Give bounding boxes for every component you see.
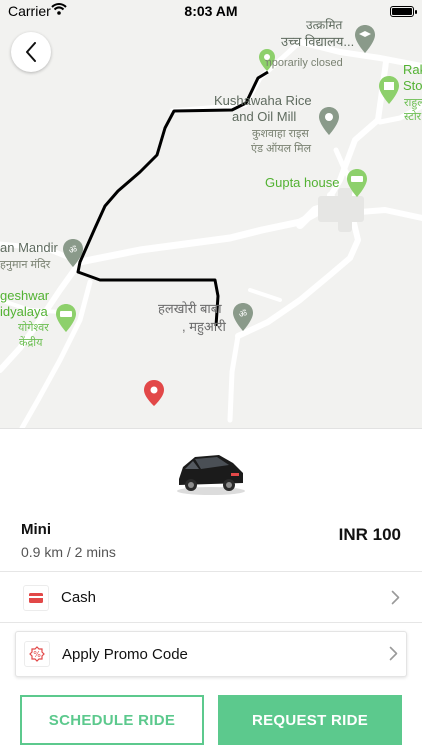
clock-time: 8:03 AM	[184, 3, 238, 19]
promo-percent-icon: %	[24, 641, 50, 667]
map-roads	[0, 39, 422, 428]
map-label-school-hi-2: उच्च विद्यालय...	[281, 34, 355, 49]
college-pin-icon[interactable]	[55, 303, 77, 333]
map-label-rice-mill-2: and Oil Mill	[232, 109, 297, 124]
map-label-rice-mill: Kushawaha Rice	[214, 93, 312, 108]
map-label-hanuman: an Mandir	[0, 240, 58, 255]
temple-pin-icon[interactable]: ॐ	[62, 238, 84, 268]
rice-mill-pin-icon[interactable]	[318, 106, 340, 136]
battery-icon	[390, 6, 417, 17]
status-bar: Carrier 8:03 AM	[0, 0, 422, 22]
map-label-hanuman-hi: हनुमान मंदिर	[0, 259, 51, 271]
svg-text:ॐ: ॐ	[239, 309, 247, 320]
map-label-rahul-hi: राहुल	[404, 97, 422, 109]
ride-details-sheet: Mini 0.9 km / 2 mins INR 100 Cash % Appl…	[0, 428, 422, 750]
ride-distance-time: 0.9 km / 2 mins	[21, 544, 116, 560]
card-icon	[23, 585, 49, 611]
map-label-gupta-house: Gupta house	[265, 175, 340, 190]
map-label-rice-mill-hi-2: एंड ऑयल मिल	[251, 143, 312, 155]
chevron-left-icon	[26, 42, 36, 62]
map-view[interactable]: ॐ ॐ उत्क्रमित उच्च विद्यालय... Temporari…	[0, 0, 422, 428]
divider	[0, 622, 422, 623]
map-label-rice-mill-hi: कुशवाहा राइस	[252, 128, 309, 140]
ride-price: INR 100	[338, 525, 401, 544]
schedule-ride-button[interactable]: SCHEDULE RIDE	[20, 695, 204, 745]
chevron-right-icon	[389, 646, 398, 661]
apply-promo-code-label: Apply Promo Code	[62, 646, 188, 663]
map-label-yogeshwar-hi: योगेश्वर	[18, 322, 49, 334]
request-ride-button[interactable]: REQUEST RIDE	[218, 695, 402, 745]
payment-method-row[interactable]: Cash	[0, 575, 422, 621]
map-label-halkhori: हलखोरी बाबा	[158, 301, 222, 316]
destination-pin-icon[interactable]	[143, 379, 165, 407]
back-button[interactable]	[11, 32, 51, 72]
divider	[0, 571, 422, 572]
payment-method-label: Cash	[61, 589, 97, 606]
map-label-store-hi: स्टोर	[404, 111, 422, 123]
map-label-yogeshwar-hi-2: केंद्रीय	[19, 337, 43, 349]
map-label-sto: Sto	[403, 78, 422, 93]
apply-promo-code-row[interactable]: % Apply Promo Code	[15, 631, 407, 677]
chevron-right-icon	[391, 590, 400, 605]
halkhori-temple-pin-icon[interactable]: ॐ	[232, 302, 254, 332]
store-pin-icon[interactable]	[378, 75, 400, 105]
house-pin-icon[interactable]	[346, 168, 368, 198]
map-label-halkhori-2: , महुआरी	[182, 319, 226, 334]
school-cap-pin-icon[interactable]	[354, 24, 376, 54]
svg-text:%: %	[33, 650, 41, 659]
svg-text:ॐ: ॐ	[69, 245, 77, 256]
car-icon	[177, 455, 245, 495]
map-label-yogeshwar-2: idyalaya	[0, 304, 48, 319]
map-label-rak: Rak	[403, 62, 422, 77]
map-label-yogeshwar: geshwar	[0, 288, 50, 303]
ride-type-name: Mini	[21, 521, 51, 538]
ride-booking-screen: ॐ ॐ उत्क्रमित उच्च विद्यालय... Temporari…	[0, 0, 422, 750]
